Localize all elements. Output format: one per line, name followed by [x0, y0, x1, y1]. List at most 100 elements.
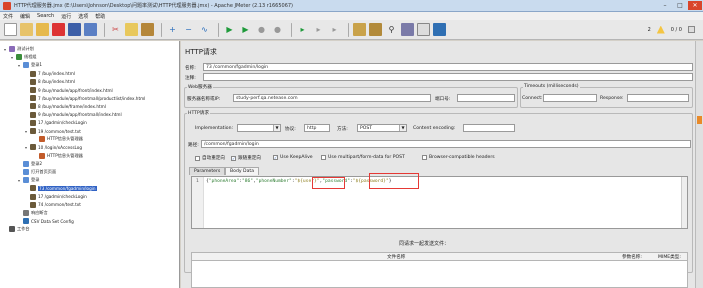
minimize-button[interactable]: – [658, 1, 672, 10]
reset-search-icon[interactable] [401, 23, 414, 36]
tree-node[interactable]: ▾ 登录1 [18, 61, 42, 69]
editor-scrollbar[interactable] [681, 177, 687, 228]
clear-all-icon[interactable] [369, 23, 382, 36]
files-table-body[interactable] [191, 261, 688, 288]
search-icon[interactable]: ⚲ [385, 23, 398, 36]
connect-field[interactable] [543, 94, 597, 102]
server-field[interactable]: study-perf.qa.netease.com [233, 94, 431, 102]
templates-icon[interactable] [20, 23, 33, 36]
tree-node[interactable]: 登录2 [18, 160, 42, 168]
tree-node[interactable]: 7 /buy/index.html [25, 70, 75, 78]
menu-file[interactable]: 文件 [3, 13, 13, 20]
browser-headers-checkbox[interactable]: Browser-compatible headers [422, 155, 495, 160]
tab-parameters[interactable]: Parameters [189, 167, 226, 175]
maximize-button[interactable]: □ [673, 1, 687, 10]
line-number: 1 [192, 177, 204, 228]
multipart-checkbox[interactable]: Use multipart/form-data for POST [321, 155, 405, 160]
tree-node[interactable]: 工作台 [4, 225, 30, 233]
encoding-label: Content encoding: [413, 126, 456, 131]
tree-node[interactable]: 7 /buy/module/app/frontmall/productlist/… [25, 94, 145, 102]
copy-icon[interactable] [125, 23, 138, 36]
redirect-auto-checkbox[interactable]: 自动重定向 [195, 155, 225, 161]
menu-run[interactable]: 运行 [61, 13, 71, 20]
checkbox-box: ✓ [231, 155, 236, 161]
config-icon [39, 136, 45, 143]
tree-node[interactable]: HTTP信息头管理器 [34, 135, 83, 143]
tree-node[interactable]: 9 /buy/module/app/front/index.html [25, 86, 113, 94]
keepalive-checkbox[interactable]: ✓ Use KeepAlive [273, 155, 313, 160]
tree-node[interactable]: ▾ 线程组 [11, 53, 37, 61]
start-no-pause-icon[interactable]: ▶ [239, 23, 252, 36]
controller-icon [23, 62, 29, 69]
remote-stop-icon[interactable]: ▸ [312, 23, 325, 36]
clear-icon[interactable] [353, 23, 366, 36]
menu-help[interactable]: 帮助 [95, 13, 105, 20]
status-area: 2 0 / 0 [647, 25, 695, 34]
tree-node[interactable]: HTTP信息头管理器 [34, 152, 83, 160]
save-icon[interactable] [68, 23, 81, 36]
tree-node[interactable]: 8 /buy/index.html [25, 78, 75, 86]
collapse-icon[interactable]: − [182, 23, 195, 36]
menu-edit[interactable]: 编辑 [20, 13, 30, 20]
menu-search[interactable]: Search [37, 13, 54, 19]
expand-icon[interactable]: + [166, 23, 179, 36]
name-label: 名称: [185, 66, 196, 71]
protocol-field[interactable]: http [304, 124, 330, 132]
help-icon[interactable] [433, 23, 446, 36]
tree-node[interactable]: 74 /common/test.txt [25, 201, 81, 209]
tree-node[interactable]: CSV Data Set Config [18, 217, 74, 225]
right-scrollbar[interactable] [695, 41, 703, 288]
warning-icon[interactable] [656, 25, 665, 34]
function-helper-icon[interactable] [417, 23, 430, 36]
toggle-icon[interactable]: ∿ [198, 23, 211, 36]
warning-count: 2 [647, 26, 651, 33]
tree-node[interactable]: 9 /buy/module/app/frontmall/index.html [25, 111, 122, 119]
comment-field[interactable] [203, 73, 693, 81]
tree-node[interactable]: 打开首页页面 [18, 168, 56, 176]
tree-node-label: 线程组 [24, 54, 37, 60]
tree-node[interactable]: ▾ 10 /login/xAccessLog [25, 143, 82, 151]
close-button[interactable]: ✕ [688, 1, 702, 10]
port-label: 端口号: [435, 97, 451, 102]
sampler-icon [30, 95, 36, 102]
remote-exit-icon[interactable]: ▸ [328, 23, 341, 36]
tree-node[interactable]: ▾ 19 /common/test.txt [25, 127, 81, 135]
port-field[interactable] [457, 94, 515, 102]
response-field[interactable] [627, 94, 689, 102]
cut-icon[interactable]: ✂ [109, 23, 122, 36]
implementation-select[interactable]: ▼ [237, 124, 281, 132]
new-icon[interactable] [4, 23, 17, 36]
start-icon[interactable]: ▶ [223, 23, 236, 36]
scroll-thumb[interactable] [697, 116, 702, 124]
sampler-icon [30, 111, 36, 118]
encoding-field[interactable] [463, 124, 515, 132]
tree-node-label: CSV Data Set Config [31, 218, 74, 224]
tab-body-data[interactable]: Body Data [225, 167, 260, 175]
tree-node[interactable]: ▾ 登录 [18, 176, 39, 184]
tree-node[interactable]: 17 /gadmin/checkLogin [25, 193, 87, 201]
name-field[interactable]: 73 /common/fgadmin/login [203, 63, 693, 71]
method-select[interactable]: POST ▼ [357, 124, 407, 132]
http-request-panel: HTTP请求 名称: 73 /common/fgadmin/login 注释: … [181, 41, 695, 288]
tree-node-label: 打开首页页面 [31, 169, 57, 174]
tree-node[interactable]: ▾ 测试计划 [4, 45, 34, 53]
close-file-icon[interactable] [52, 23, 65, 36]
tree-node[interactable]: 73 /common/fgadmin/login [25, 184, 97, 192]
remote-start-icon[interactable]: ▸ [296, 23, 309, 36]
save-as-icon[interactable] [84, 23, 97, 36]
tree-node[interactable]: 17 /gadmin/checkLogin [25, 119, 87, 127]
tree-node[interactable]: 响应断言 [18, 209, 48, 217]
tree-node[interactable]: 8 /buy/module/frame/index.html [25, 102, 106, 110]
open-icon[interactable] [36, 23, 49, 36]
follow-redirects-checkbox[interactable]: ✓ 跟随重定向 [231, 155, 261, 161]
keepalive-label: Use KeepAlive [280, 155, 313, 160]
path-field[interactable]: /common/fgadmin/login [201, 140, 691, 148]
sampler-icon [30, 201, 36, 208]
method-label: 方法: [337, 127, 348, 132]
body-data-editor[interactable]: 1 {"phoneArea":"86","phoneNumber":"${use… [191, 173, 688, 229]
menu-options[interactable]: 选项 [78, 13, 88, 20]
shutdown-icon[interactable]: ● [271, 23, 284, 36]
paste-icon[interactable] [141, 23, 154, 36]
stop-icon[interactable]: ● [255, 23, 268, 36]
user-variable-highlight [312, 177, 345, 189]
